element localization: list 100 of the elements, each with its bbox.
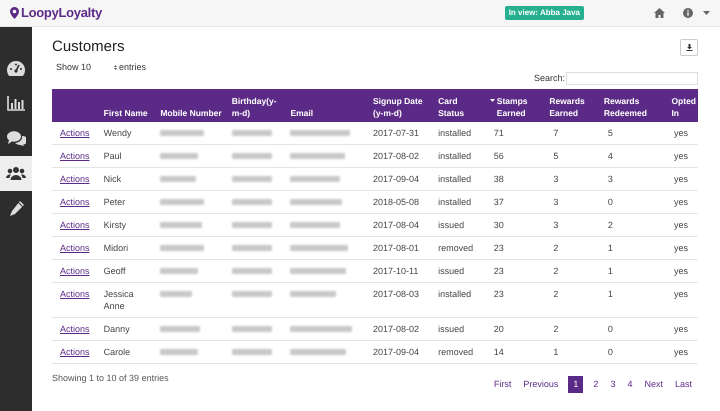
header-cell[interactable]: Rewards Earned bbox=[547, 88, 602, 122]
column-header[interactable]: First Name bbox=[104, 106, 156, 118]
table-cell: installed bbox=[438, 150, 472, 160]
home-icon[interactable] bbox=[654, 8, 665, 18]
actions-link[interactable]: Actions bbox=[60, 196, 90, 206]
table-cell-text: 5 bbox=[606, 128, 613, 138]
sidebar-item[interactable] bbox=[0, 156, 32, 191]
redacted-text bbox=[290, 244, 348, 250]
page-button[interactable]: Next bbox=[638, 376, 669, 393]
redacted-text bbox=[232, 244, 272, 250]
actions-link[interactable]: Actions bbox=[60, 220, 90, 230]
page-size-select[interactable]: Show 10 bbox=[52, 60, 114, 74]
redacted-text bbox=[160, 348, 198, 354]
table-cell: 2017-08-02 bbox=[373, 324, 420, 334]
table-cell-text: yes bbox=[672, 264, 689, 276]
column-header[interactable]: Card Status bbox=[438, 94, 486, 118]
page-button[interactable]: 4 bbox=[621, 376, 638, 393]
actions-link[interactable]: Actions bbox=[60, 346, 90, 356]
redacted-text bbox=[160, 290, 192, 296]
table-cell-text: Geoff bbox=[104, 264, 127, 276]
table-cell-text: 23 bbox=[492, 242, 504, 252]
redacted-text bbox=[232, 198, 272, 204]
download-icon bbox=[686, 44, 692, 51]
redacted-text bbox=[290, 222, 340, 228]
table-cell-text: 20 bbox=[492, 324, 504, 334]
redacted-text bbox=[232, 268, 272, 274]
table-cell-text: Jessica Anne bbox=[104, 288, 135, 312]
column-header[interactable]: Email bbox=[290, 106, 369, 118]
actions-link[interactable]: Actions bbox=[60, 288, 90, 298]
download-button[interactable] bbox=[680, 38, 698, 56]
actions-link[interactable]: Actions bbox=[60, 128, 90, 138]
column-header[interactable]: Opted In bbox=[671, 94, 696, 118]
table-cell-text: 4 bbox=[606, 150, 613, 160]
table-cell-text: yes bbox=[672, 126, 689, 138]
header-cell[interactable]: Rewards Redeemed bbox=[602, 88, 670, 122]
table-cell-text: 38 bbox=[492, 174, 504, 184]
table-cell-text: yes bbox=[672, 218, 689, 230]
search-field[interactable] bbox=[566, 72, 698, 86]
caret-icon[interactable] bbox=[703, 11, 710, 15]
table-cell-text: Kirsty bbox=[104, 218, 128, 230]
table-cell: 2017-07-31 bbox=[373, 128, 420, 138]
brand-name[interactable]: LoopyLoyalty bbox=[21, 3, 102, 23]
actions-link[interactable]: Actions bbox=[60, 242, 90, 252]
header-cell[interactable]: Email bbox=[288, 88, 371, 122]
page-button[interactable]: First bbox=[488, 376, 518, 393]
search-label: Search: bbox=[534, 72, 565, 85]
redacted-text bbox=[160, 176, 196, 182]
actions-link[interactable]: Actions bbox=[60, 150, 90, 160]
column-header[interactable]: Rewards Earned bbox=[549, 94, 600, 118]
table-cell-text: yes bbox=[672, 346, 689, 358]
sort-arrows-icon bbox=[114, 64, 117, 70]
table-cell: issued bbox=[438, 220, 464, 230]
column-header[interactable]: Birthday(y-m-d) bbox=[232, 94, 286, 118]
header-cell[interactable]: Stamps Earned bbox=[488, 88, 548, 122]
header-cell[interactable]: Mobile Number bbox=[158, 88, 230, 122]
table-cell: 2017-08-02 bbox=[373, 150, 420, 160]
header-cell[interactable]: Opted In bbox=[669, 88, 698, 122]
table-cell-text: 2 bbox=[552, 324, 558, 334]
page-button[interactable]: 2 bbox=[587, 376, 604, 393]
header-cell[interactable]: Signup Date (y-m-d) bbox=[371, 88, 436, 122]
table-cell-text: 2 bbox=[552, 266, 558, 276]
view-badge: In view: Abba Java bbox=[504, 6, 584, 20]
table-cell-text: 3 bbox=[552, 174, 558, 184]
actions-link[interactable]: Actions bbox=[60, 266, 90, 276]
page-button[interactable]: Previous bbox=[517, 376, 564, 393]
column-header[interactable]: Stamps Earned bbox=[496, 94, 546, 118]
page-button[interactable]: 3 bbox=[604, 376, 622, 393]
table-cell-text: Carole bbox=[104, 346, 132, 358]
header-cell[interactable]: Birthday(y-m-d) bbox=[230, 88, 288, 122]
redacted-text bbox=[160, 130, 204, 136]
column-header[interactable]: Rewards Redeemed bbox=[604, 94, 668, 118]
entries-info: Showing 1 to 10 of 39 entries bbox=[52, 372, 169, 385]
header-cell[interactable]: First Name bbox=[102, 88, 158, 122]
column-header[interactable]: Signup Date (y-m-d) bbox=[373, 94, 434, 118]
table-cell-text: Peter bbox=[104, 196, 126, 208]
info-icon[interactable] bbox=[683, 8, 693, 18]
redacted-text bbox=[232, 290, 272, 296]
table-cell-text: 2 bbox=[552, 288, 558, 298]
column-header[interactable]: Mobile Number bbox=[160, 106, 228, 118]
redacted-text bbox=[232, 176, 272, 182]
table-cell-text: 37 bbox=[492, 196, 504, 206]
table-cell: installed bbox=[438, 174, 472, 184]
table-cell-text: Paul bbox=[104, 150, 123, 162]
redacted-text bbox=[160, 268, 198, 274]
table-cell: installed bbox=[438, 128, 472, 138]
chat-bubbles-icon bbox=[6, 131, 26, 146]
header-cell[interactable]: Card Status bbox=[436, 88, 488, 122]
page-button[interactable]: 1 bbox=[568, 376, 584, 393]
actions-link[interactable]: Actions bbox=[60, 174, 90, 184]
redacted-text bbox=[290, 326, 352, 332]
redacted-text bbox=[290, 130, 350, 136]
table-cell-text: yes bbox=[672, 242, 689, 254]
redacted-text bbox=[160, 326, 200, 332]
table-cell-text: 14 bbox=[492, 346, 504, 356]
table-cell-text: 0 bbox=[606, 324, 613, 334]
table-cell: removed bbox=[438, 242, 474, 252]
table-cell-text: 2 bbox=[606, 220, 613, 230]
page-button[interactable]: Last bbox=[668, 376, 698, 393]
table-cell-text: 5 bbox=[552, 150, 558, 160]
actions-link[interactable]: Actions bbox=[60, 324, 90, 334]
